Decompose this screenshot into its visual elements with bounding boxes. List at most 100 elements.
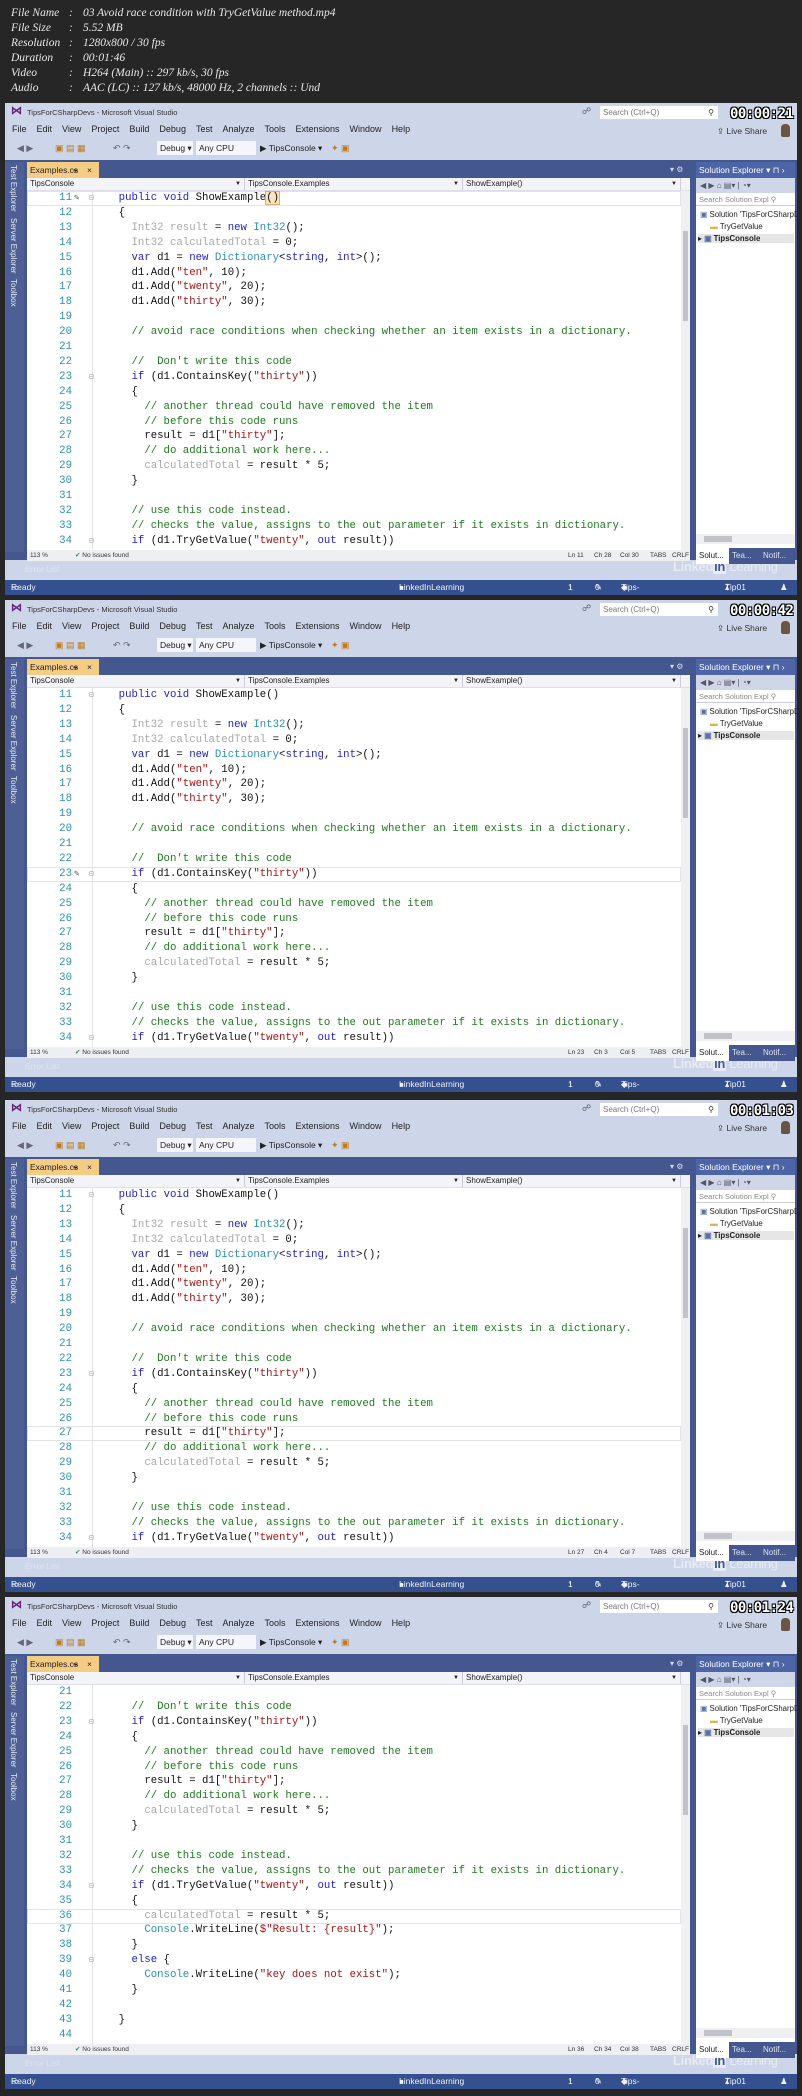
tab-notifications[interactable]: Notif...: [760, 1045, 786, 1061]
menu-view[interactable]: View: [62, 1119, 81, 1134]
class-dropdown[interactable]: TipsConsole.Examples ▼: [245, 178, 463, 190]
start-button[interactable]: ▶ TipsConsole ▾: [260, 638, 322, 652]
project-dropdown[interactable]: TipsConsole ▼: [27, 675, 245, 687]
server-explorer-tab[interactable]: Server Explorer: [5, 1709, 22, 1771]
code-line[interactable]: 21: [27, 837, 681, 852]
code-line[interactable]: 13 Int32 result = new Int32();: [27, 221, 681, 236]
search-input[interactable]: Search (Ctrl+Q) ⚲: [600, 106, 718, 119]
class-dropdown[interactable]: TipsConsole.Examples ▼: [245, 1672, 463, 1684]
scrollbar-thumb[interactable]: [704, 1533, 732, 1539]
code-line[interactable]: 15 var d1 = new Dictionary<string, int>(…: [27, 1248, 681, 1263]
code-line[interactable]: 13 Int32 result = new Int32();: [27, 1218, 681, 1233]
class-dropdown[interactable]: TipsConsole.Examples ▼: [245, 675, 463, 687]
code-editor[interactable]: 11 ⊟ public void ShowExample() 12 {13 Int3…: [27, 1188, 681, 1547]
code-line[interactable]: 23 ⊟ if (d1.ContainsKey("thirty")): [27, 370, 681, 385]
close-icon[interactable]: ×: [87, 1656, 92, 1672]
menu-project[interactable]: Project: [91, 122, 119, 137]
notification-bell-icon[interactable]: ♟: [780, 1077, 788, 1092]
menu-help[interactable]: Help: [392, 122, 411, 137]
error-list-tab[interactable]: Error List: [25, 564, 59, 574]
menu-extensions[interactable]: Extensions: [296, 619, 340, 634]
menu-build[interactable]: Build: [129, 1119, 149, 1134]
indent-mode[interactable]: TABS: [650, 1047, 667, 1058]
close-icon[interactable]: ×: [87, 1159, 92, 1175]
member-dropdown[interactable]: ShowExample() ▼: [463, 1672, 681, 1684]
code-line[interactable]: 12 {: [27, 1203, 681, 1218]
class-dropdown[interactable]: TipsConsole.Examples ▼: [245, 1175, 463, 1187]
code-line[interactable]: 21: [27, 1337, 681, 1352]
menu-test[interactable]: Test: [196, 122, 213, 137]
menu-file[interactable]: File: [12, 122, 27, 137]
solution-hscroll[interactable]: [696, 1531, 795, 1541]
code-line[interactable]: 38 }: [27, 1938, 681, 1953]
hot-reload-icon[interactable]: ✦ ▣: [331, 1140, 350, 1151]
pin-icon[interactable]: ⌖: [73, 162, 78, 178]
editor-scrollbar[interactable]: [681, 191, 690, 550]
platform-dropdown[interactable]: Any CPU: [196, 1138, 256, 1152]
menu-extensions[interactable]: Extensions: [296, 1616, 340, 1631]
code-line[interactable]: 27 result = d1["thirty"];: [27, 429, 681, 444]
issues-indicator[interactable]: ✔ No issues found: [75, 1047, 129, 1058]
new-open-save-icon[interactable]: ▣ ▤ ▦: [55, 1637, 86, 1648]
error-list-tab[interactable]: Error List: [25, 1561, 59, 1571]
menu-extensions[interactable]: Extensions: [296, 122, 340, 137]
close-icon[interactable]: ×: [87, 162, 92, 178]
live-share-button[interactable]: ⇪ Live Share: [717, 623, 767, 634]
code-line[interactable]: 23 ✎ ⊟ if (d1.ContainsKey("thirty")): [27, 866, 681, 882]
tab-solution-explorer[interactable]: Solut...: [696, 1045, 729, 1061]
toolbox-tab[interactable]: Toolbox: [5, 773, 22, 807]
code-line[interactable]: 28 // do additional work here...: [27, 1441, 681, 1456]
menu-analyze[interactable]: Analyze: [222, 1616, 254, 1631]
tab-team-explorer[interactable]: Tea...: [729, 548, 752, 564]
error-list-tab[interactable]: Error List: [25, 2058, 59, 2068]
menu-file[interactable]: File: [12, 1616, 27, 1631]
code-line[interactable]: 16 d1.Add("ten", 10);: [27, 1263, 681, 1278]
code-line[interactable]: 18 d1.Add("thirty", 30);: [27, 1292, 681, 1307]
search-input[interactable]: Search (Ctrl+Q) ⚲: [600, 1600, 718, 1613]
solution-explorer-toolbar[interactable]: ◀ ▶ ⌂ ▤▾ | ◔▾: [696, 1175, 795, 1190]
tab-team-explorer[interactable]: Tea...: [729, 1045, 752, 1061]
code-line[interactable]: 19: [27, 1307, 681, 1322]
code-line[interactable]: 29 calculatedTotal = result * 5;: [27, 956, 681, 971]
code-line[interactable]: 23 ⊟ if (d1.ContainsKey("thirty")): [27, 1367, 681, 1382]
code-line[interactable]: 26 // before this code runs: [27, 912, 681, 927]
code-line[interactable]: 33 // checks the value, assigns to the o…: [27, 1016, 681, 1031]
config-dropdown[interactable]: Debug ▾: [157, 1138, 193, 1152]
menu-build[interactable]: Build: [129, 619, 149, 634]
notification-bell-icon[interactable]: ♟: [780, 580, 788, 595]
new-open-save-icon[interactable]: ▣ ▤ ▦: [55, 143, 86, 154]
back-forward-icon[interactable]: ◀ ▶: [17, 1140, 33, 1151]
menu-file[interactable]: File: [12, 1119, 27, 1134]
code-line[interactable]: 31: [27, 489, 681, 504]
code-editor[interactable]: 11 ✎ ⊟ public void ShowExample() 12 {13 Int…: [27, 191, 681, 550]
test-explorer-tab[interactable]: Test Explorer: [5, 659, 22, 712]
editor-scrollbar[interactable]: [681, 1188, 690, 1547]
code-line[interactable]: 12 {: [27, 703, 681, 718]
tab-solution-explorer[interactable]: Solut...: [696, 2042, 729, 2058]
feedback-icon[interactable]: ☍: [582, 1103, 591, 1114]
tab-examples-cs[interactable]: Examples.cs ⌖ ×: [27, 162, 99, 178]
tree-item-folder[interactable]: ▬ TryGetValue: [710, 1716, 763, 1725]
code-line[interactable]: 17 d1.Add("twenty", 20);: [27, 777, 681, 792]
menu-tools[interactable]: Tools: [265, 122, 286, 137]
platform-dropdown[interactable]: Any CPU: [196, 1635, 256, 1649]
project-dropdown[interactable]: TipsConsole ▼: [27, 178, 245, 190]
code-line[interactable]: 22 // Don't write this code: [27, 1700, 681, 1715]
code-line[interactable]: 37 Console.WriteLine($"Result: {result}"…: [27, 1923, 681, 1938]
branch-indicator[interactable]: ᛘ Tip01 ▴: [725, 2074, 746, 2089]
user-avatar[interactable]: [781, 124, 790, 137]
menu-analyze[interactable]: Analyze: [222, 1119, 254, 1134]
menu-analyze[interactable]: Analyze: [222, 619, 254, 634]
indent-mode[interactable]: TABS: [650, 2044, 667, 2055]
menu-edit[interactable]: Edit: [37, 619, 53, 634]
tab-solution-explorer[interactable]: Solut...: [696, 1545, 729, 1561]
code-line[interactable]: 26 // before this code runs: [27, 1412, 681, 1427]
tree-item-solution[interactable]: ▣ Solution 'TipsForCSharpDevs': [700, 210, 797, 219]
test-explorer-tab[interactable]: Test Explorer: [5, 162, 22, 215]
code-line[interactable]: 21: [27, 1685, 681, 1700]
toolbox-tab[interactable]: Toolbox: [5, 1770, 22, 1804]
platform-dropdown[interactable]: Any CPU: [196, 141, 256, 155]
tab-notifications[interactable]: Notif...: [760, 548, 786, 564]
search-input[interactable]: Search (Ctrl+Q) ⚲: [600, 603, 718, 616]
tree-item-folder[interactable]: ▬ TryGetValue: [710, 719, 763, 728]
